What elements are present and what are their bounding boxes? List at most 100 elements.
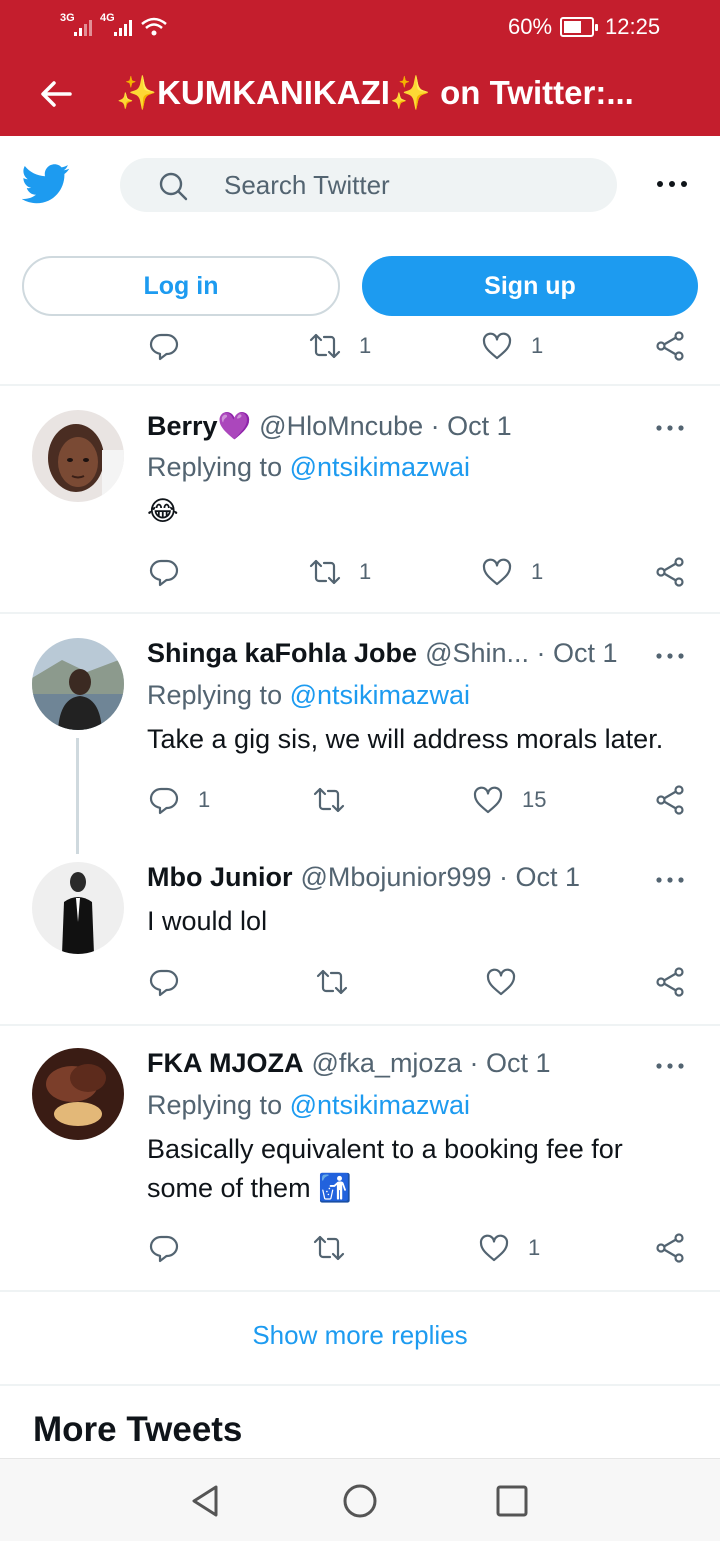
mention-link[interactable]: @ntsikimazwai [290, 680, 470, 710]
avatar[interactable] [32, 638, 124, 730]
replying-prefix: Replying to [147, 1090, 290, 1120]
user-name[interactable]: Mbo Junior [147, 862, 292, 893]
more-tweets-heading: More Tweets [33, 1410, 243, 1449]
network-type-2: 4G [100, 12, 115, 24]
avatar[interactable] [32, 862, 124, 954]
user-handle: @Shin... · Oct 1 [425, 638, 618, 668]
login-button[interactable]: Log in [22, 256, 340, 316]
tweet-actions: 1 15 [0, 780, 720, 820]
more-icon[interactable] [654, 1058, 686, 1074]
nav-recents-icon[interactable] [492, 1481, 532, 1521]
avatar[interactable] [32, 1048, 124, 1140]
share-icon [656, 331, 684, 361]
divider [0, 1024, 720, 1026]
like-icon [482, 558, 512, 586]
search-bar[interactable] [120, 158, 617, 212]
app-bar: ✨KUMKANIKAZI✨ on Twitter:... [0, 60, 720, 136]
reply-count: 1 [198, 787, 211, 812]
share-button[interactable] [654, 326, 686, 366]
more-icon[interactable] [654, 872, 686, 888]
show-more-replies-link[interactable]: Show more replies [0, 1320, 720, 1351]
divider [0, 384, 720, 386]
tweet-text-line: some of them 🚮 [147, 1173, 352, 1203]
share-button[interactable] [654, 552, 686, 592]
signup-button[interactable]: Sign up [362, 256, 698, 316]
tweet-meta: Shinga kaFohla Jobe @Shin... · Oct 1 [147, 638, 647, 674]
user-name[interactable]: Shinga kaFohla Jobe [147, 638, 417, 669]
more-icon[interactable] [654, 648, 686, 664]
like-count: 15 [522, 787, 547, 812]
tweet-meta: FKA MJOZA @fka_mjoza · Oct 1 [147, 1048, 647, 1084]
twitter-header: Log in Sign up [0, 136, 720, 336]
reply-icon [149, 1235, 179, 1263]
divider [0, 1384, 720, 1386]
like-icon [482, 332, 512, 360]
retweet-icon [316, 969, 348, 995]
retweet-button[interactable]: 1 [309, 552, 371, 592]
reply-button[interactable] [148, 326, 180, 366]
page-title: ✨KUMKANIKAZI✨ on Twitter:... [116, 74, 634, 111]
like-count: 1 [531, 333, 544, 358]
retweet-icon [313, 787, 345, 813]
share-button[interactable] [654, 780, 686, 820]
like-icon [486, 968, 516, 996]
nav-home-icon[interactable] [340, 1481, 380, 1521]
more-icon[interactable] [654, 172, 690, 196]
clock: 12:25 [605, 14, 661, 39]
mention-link[interactable]: @ntsikimazwai [290, 1090, 470, 1120]
twitter-bird-icon[interactable] [22, 164, 70, 204]
nav-back-icon[interactable] [186, 1481, 226, 1521]
divider [0, 612, 720, 614]
reply-button[interactable] [148, 1228, 180, 1268]
retweet-button[interactable] [313, 780, 363, 820]
share-icon [656, 557, 684, 587]
retweet-icon [313, 1235, 345, 1261]
replying-to: Replying to @ntsikimazwai [147, 452, 470, 483]
tweet-actions: 1 1 [0, 326, 720, 366]
reply-icon [149, 969, 179, 997]
tweet-actions: 1 1 [0, 552, 720, 592]
like-button[interactable]: 1 [481, 326, 543, 366]
like-button[interactable]: 1 [481, 552, 543, 592]
status-bar: 3G 4G 60% 12:25 [0, 0, 720, 54]
reply-button[interactable] [148, 552, 180, 592]
like-button[interactable]: 1 [478, 1228, 540, 1268]
battery-percent: 60% [508, 14, 553, 39]
tweet-text: I would lol [147, 906, 268, 936]
share-icon [656, 967, 684, 997]
system-nav-bar [0, 1458, 720, 1541]
retweet-button[interactable] [316, 962, 348, 1002]
user-name[interactable]: FKA MJOZA [147, 1048, 304, 1079]
user-handle: @fka_mjoza · Oct 1 [311, 1048, 551, 1078]
like-icon [473, 786, 503, 814]
user-handle: @Mbojunior999 · Oct 1 [300, 862, 581, 892]
user-handle: @HloMncube · Oct 1 [259, 411, 512, 441]
mention-link[interactable]: @ntsikimazwai [290, 452, 470, 482]
replying-to: Replying to @ntsikimazwai [147, 1090, 470, 1121]
like-button[interactable] [485, 962, 517, 1002]
replying-prefix: Replying to [147, 680, 290, 710]
user-name[interactable]: Berry💜 [147, 410, 251, 442]
signal-strength-2-icon [114, 18, 132, 36]
like-button[interactable]: 15 [472, 780, 546, 820]
avatar[interactable] [32, 410, 124, 502]
tweet-actions: 1 [0, 1228, 720, 1268]
reply-icon [149, 787, 179, 815]
wifi-icon [141, 17, 167, 36]
share-icon [656, 785, 684, 815]
retweet-count: 1 [359, 559, 372, 584]
tweet-text-line: Basically equivalent to a booking fee fo… [147, 1134, 623, 1164]
retweet-button[interactable] [313, 1228, 345, 1268]
reply-button[interactable]: 1 [148, 780, 210, 820]
retweet-button[interactable]: 1 [309, 326, 371, 366]
share-button[interactable] [654, 962, 686, 1002]
more-icon[interactable] [654, 420, 686, 436]
network-type-1: 3G [60, 12, 75, 24]
battery-icon [560, 17, 598, 37]
share-button[interactable] [654, 1228, 686, 1268]
search-icon [159, 172, 188, 201]
back-arrow-icon[interactable] [36, 74, 76, 114]
tweet-text: Take a gig sis, we will address morals l… [147, 724, 664, 754]
reply-button[interactable] [148, 962, 180, 1002]
search-input[interactable] [224, 166, 584, 204]
